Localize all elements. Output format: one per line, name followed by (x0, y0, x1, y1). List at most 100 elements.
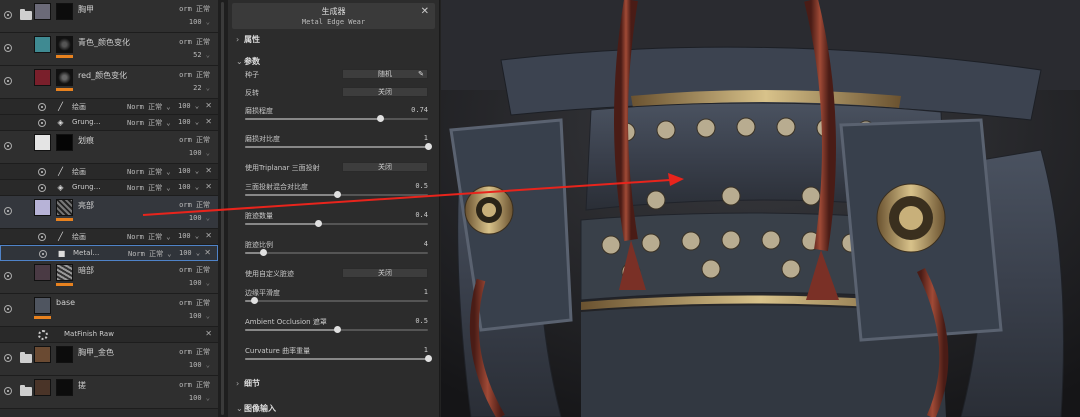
sublayer-opacity[interactable]: 100 ⌄ (179, 249, 200, 257)
layer-opacity[interactable]: 100 ⌄ (189, 394, 210, 402)
param-toggle-button[interactable]: 关闭 (342, 87, 428, 97)
eye-icon[interactable] (4, 77, 12, 85)
pencil-icon[interactable]: ✎ (418, 70, 424, 78)
param-slider[interactable] (245, 220, 428, 227)
section-parameters[interactable]: ⌄参数 (236, 56, 260, 67)
sublayer-blend-mode[interactable]: Norm 正常 ⌄ (127, 102, 171, 112)
param-row[interactable]: 三面投射混合对比度 0.5 (245, 182, 430, 202)
sublayer-row-paint[interactable]: ╱ 绘画 Norm 正常 ⌄ 100 ⌄ ✕ (0, 164, 218, 180)
layer-blend-mode[interactable]: orm 正常 (179, 135, 210, 145)
sublayer-blend-mode[interactable]: Norm 正常 ⌄ (127, 183, 171, 193)
param-slider[interactable] (245, 355, 432, 362)
sublayer-row-paint[interactable]: ╱ 绘画 Norm 正常 ⌄ 100 ⌄ ✕ (0, 99, 218, 115)
layer-row-red-variation[interactable]: red_颜色变化 orm 正常 22 ⌄ (0, 66, 218, 99)
layer-opacity[interactable]: 100 ⌄ (189, 279, 210, 287)
layer-row-highlights[interactable]: 亮部 orm 正常 100 ⌄ (0, 196, 218, 229)
close-icon[interactable]: ✕ (205, 117, 212, 126)
param-row[interactable]: Curvature 曲率重量 1 (245, 346, 432, 366)
layer-row-base[interactable]: base orm 正常 100 ⌄ (0, 294, 218, 327)
param-row[interactable]: 边缘平滑度 1 (245, 288, 430, 308)
scrollbar-track[interactable] (221, 2, 224, 415)
param-toggle-button[interactable]: 关闭 (342, 162, 428, 172)
layer-opacity[interactable]: 100 ⌄ (189, 214, 210, 222)
param-row[interactable]: 反转 关闭 (245, 87, 430, 108)
slider-knob[interactable] (315, 220, 323, 227)
sublayer-opacity[interactable]: 100 ⌄ (178, 232, 199, 240)
eye-icon[interactable] (4, 11, 12, 19)
layer-opacity[interactable]: 100 ⌄ (189, 149, 210, 157)
section-detail[interactable]: › 细节 (236, 378, 260, 389)
section-image-input[interactable]: ⌄图像输入 (236, 403, 276, 414)
slider-knob[interactable] (333, 326, 341, 333)
param-value[interactable]: 4 (424, 240, 428, 248)
param-slider[interactable] (245, 297, 428, 304)
param-toggle-button[interactable]: 关闭 (342, 268, 428, 278)
param-value[interactable]: 0.5 (415, 317, 428, 325)
layer-blend-mode[interactable]: orm 正常 (179, 265, 210, 275)
layer-opacity[interactable]: 100 ⌄ (189, 312, 210, 320)
layer-blend-mode[interactable]: orm 正常 (179, 70, 210, 80)
sublayer-row-metal-edge-wear[interactable]: ■ Metal… Norm 正常 ⌄ 100 ⌄ ✕ (0, 245, 218, 261)
param-slider[interactable] (245, 326, 428, 333)
param-slider[interactable] (245, 143, 432, 150)
param-slider[interactable] (245, 115, 428, 122)
param-value[interactable]: 1 (424, 134, 428, 142)
param-value[interactable]: 0.5 (415, 182, 428, 190)
param-value[interactable]: 0.4 (415, 211, 428, 219)
layer-row-breastplate[interactable]: 胸甲 orm 正常 100 ⌄ (0, 0, 218, 33)
param-value[interactable]: 0.74 (411, 106, 428, 114)
sublayer-row-grunge[interactable]: ◈ Grung… Norm 正常 ⌄ 100 ⌄ ✕ (0, 115, 218, 131)
param-value[interactable]: 1 (424, 288, 428, 296)
layer-blend-mode[interactable]: orm 正常 (179, 4, 210, 14)
layer-opacity[interactable]: 100 ⌄ (189, 18, 210, 26)
layer-opacity[interactable]: 52 ⌄ (193, 51, 210, 59)
close-icon[interactable]: ✕ (204, 248, 211, 257)
sublayer-opacity[interactable]: 100 ⌄ (178, 167, 199, 175)
sublayer-opacity[interactable]: 100 ⌄ (178, 183, 199, 191)
eye-icon[interactable] (4, 272, 12, 280)
param-row[interactable]: 磨损程度 0.74 (245, 106, 430, 126)
param-toggle-button[interactable]: 随机 ✎ (342, 69, 428, 79)
layer-row-cyan-variation[interactable]: 青色_颜色变化 orm 正常 52 ⌄ (0, 33, 218, 66)
eye-icon[interactable] (38, 119, 46, 127)
sublayer-opacity[interactable]: 100 ⌄ (178, 102, 199, 110)
layer-opacity[interactable]: 100 ⌄ (189, 361, 210, 369)
close-icon[interactable]: ✕ (205, 231, 212, 240)
param-row[interactable]: 脏迹数量 0.4 (245, 211, 430, 231)
layer-blend-mode[interactable]: orm 正常 (179, 380, 210, 390)
close-icon[interactable]: ✕ (421, 6, 429, 17)
param-row[interactable]: 使用自定义脏迹 关闭 (245, 268, 430, 289)
eye-icon[interactable] (38, 184, 46, 192)
sublayer-row-paint[interactable]: ╱ 绘画 Norm 正常 ⌄ 100 ⌄ ✕ (0, 229, 218, 245)
layer-blend-mode[interactable]: orm 正常 (179, 347, 210, 357)
eye-icon[interactable] (38, 103, 46, 111)
layer-blend-mode[interactable]: orm 正常 (179, 37, 210, 47)
slider-knob[interactable] (333, 191, 341, 198)
eye-icon[interactable] (4, 44, 12, 52)
param-row[interactable]: 磨损对比度 1 (245, 134, 432, 154)
eye-icon[interactable] (38, 233, 46, 241)
sublayer-blend-mode[interactable]: Norm 正常 ⌄ (128, 249, 172, 259)
layer-row-scratches[interactable]: 划痕 orm 正常 100 ⌄ (0, 131, 218, 164)
3d-viewport[interactable] (441, 0, 1080, 417)
panel-scrollbar[interactable] (218, 0, 228, 417)
eye-icon[interactable] (4, 387, 12, 395)
param-row[interactable]: 脏迹比例 4 (245, 240, 430, 260)
layer-row-rub[interactable]: 搓 orm 正常 100 ⌄ (0, 376, 218, 409)
sublayer-blend-mode[interactable]: Norm 正常 ⌄ (127, 118, 171, 128)
slider-knob[interactable] (260, 249, 268, 256)
layer-row-breastplate-gold[interactable]: 胸甲_金色 orm 正常 100 ⌄ (0, 343, 218, 376)
eye-icon[interactable] (4, 305, 12, 313)
param-row[interactable]: Ambient Occlusion 遮罩 0.5 (245, 317, 430, 337)
eye-icon[interactable] (38, 168, 46, 176)
param-slider[interactable] (245, 191, 428, 198)
param-slider[interactable] (245, 249, 428, 256)
eye-icon[interactable] (4, 207, 12, 215)
layer-blend-mode[interactable]: orm 正常 (179, 200, 210, 210)
eye-icon[interactable] (4, 354, 12, 362)
sublayer-blend-mode[interactable]: Norm 正常 ⌄ (127, 167, 171, 177)
close-icon[interactable]: ✕ (205, 182, 212, 191)
close-icon[interactable]: ✕ (205, 329, 212, 338)
close-icon[interactable]: ✕ (205, 166, 212, 175)
eye-icon[interactable] (4, 142, 12, 150)
